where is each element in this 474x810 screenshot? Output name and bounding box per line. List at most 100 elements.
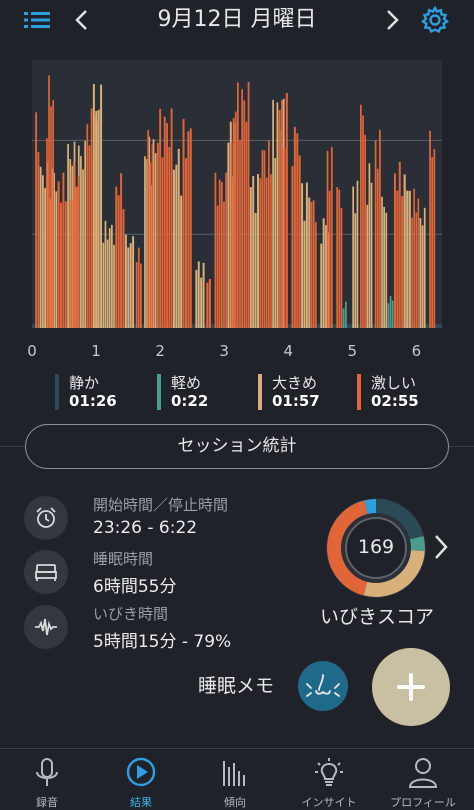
gear-icon[interactable]: [420, 5, 450, 35]
bar-strip: [366, 204, 369, 328]
bar-strip: [342, 308, 345, 328]
bar-strip: [374, 140, 377, 328]
snore-score-label: いびきスコア: [319, 606, 434, 628]
bar-strip: [274, 158, 277, 328]
chevron-right-icon[interactable]: [380, 6, 404, 34]
bar-strip: [344, 301, 347, 328]
bar-strip: [376, 168, 379, 328]
bar-strip: [370, 182, 373, 328]
bar-strip: [301, 183, 304, 328]
nav-tab-results[interactable]: 結果: [94, 749, 188, 810]
header: 9月12日 月曜日: [0, 0, 474, 40]
bar-strip: [272, 99, 274, 328]
bar-strip: [338, 189, 341, 328]
chevron-left-icon[interactable]: [70, 6, 94, 34]
bar-strip: [230, 142, 233, 328]
stat-value: 5時間15分 - 79%: [93, 632, 232, 652]
bar-strip: [220, 181, 223, 328]
legend-time: 02:55: [371, 392, 419, 410]
bar-strip: [259, 178, 262, 328]
bar-strip: [41, 175, 44, 328]
bar-strip: [137, 247, 140, 328]
list-icon[interactable]: [22, 6, 52, 34]
bar-strip: [223, 201, 225, 328]
bar-strip: [234, 111, 237, 329]
bar-strip: [413, 188, 416, 328]
bar-strip: [419, 217, 422, 328]
bar-strip: [368, 163, 371, 328]
bar-strip: [127, 247, 130, 328]
bar-strip: [170, 108, 173, 328]
bar-strip: [132, 236, 135, 328]
session-stats-button[interactable]: セッション統計: [25, 424, 449, 469]
stat-sleep-time: 睡眠時間 6時間55分: [24, 548, 324, 598]
bar-strip: [364, 134, 367, 328]
bar-strip: [60, 202, 63, 328]
bar-strip: [62, 172, 65, 328]
bar-strip: [72, 162, 75, 328]
bar-strip: [159, 108, 162, 328]
nav-tab-insights[interactable]: インサイト: [282, 749, 376, 810]
bar-strip: [415, 212, 418, 328]
legend-swatch: [55, 374, 59, 410]
bar-strip: [252, 175, 255, 328]
chevron-right-icon[interactable]: [431, 532, 451, 562]
legend-time: 01:57: [272, 392, 320, 410]
bar-strip: [104, 220, 107, 328]
bar-strip: [336, 187, 339, 328]
bar-strip: [391, 300, 394, 328]
bar-strip: [195, 270, 198, 328]
stat-start-stop: 開始時間／停止時間 23:26 - 6:22: [24, 494, 324, 544]
bar-strip: [312, 200, 315, 328]
bar-strip: [408, 190, 411, 328]
bar-strip: [57, 181, 60, 328]
bar-strip: [189, 128, 192, 328]
bar-segment: [429, 130, 436, 328]
bar-strip: [310, 201, 313, 328]
bar-strip: [37, 151, 40, 328]
bar-strip: [140, 263, 142, 328]
nav-tab-profile[interactable]: プロフィール: [376, 749, 470, 810]
bar-strip: [67, 143, 69, 328]
add-sleep-note-button[interactable]: [372, 648, 450, 726]
legend-time: 01:26: [69, 392, 117, 410]
bar-strip: [354, 213, 357, 328]
bar-strip: [216, 205, 219, 328]
bar-strip: [421, 225, 424, 328]
chart-legend: 静か 01:26 軽め 0:22 大きめ 01:57 激しい 02:55: [0, 372, 474, 412]
bar-strip: [86, 124, 89, 328]
bar-strip: [120, 173, 123, 328]
bar-strip: [433, 149, 436, 328]
bar-strip: [90, 108, 93, 328]
bar-strip: [111, 224, 113, 328]
bar-strip: [122, 209, 125, 328]
bar-strip: [296, 133, 299, 328]
bar-strip: [35, 112, 38, 328]
bar-strip: [396, 190, 399, 328]
page-title: 9月12日 月曜日: [157, 7, 317, 32]
bar-strip: [417, 198, 420, 328]
microphone-icon: [36, 758, 58, 786]
bar-strip: [149, 162, 152, 328]
bar-strip: [187, 131, 190, 328]
bar-strip: [172, 169, 175, 328]
bar-strip: [197, 261, 200, 328]
x-tick-label: 2: [155, 342, 165, 360]
bar-strip: [281, 99, 284, 328]
bar-strip: [245, 121, 248, 329]
bar-strip: [356, 180, 359, 328]
bar-strip: [322, 218, 325, 328]
x-tick-label: 4: [283, 342, 293, 360]
bar-strip: [406, 190, 409, 328]
nav-label: 録音: [36, 796, 58, 809]
bar-strip: [64, 201, 67, 328]
nose-icon[interactable]: [298, 661, 348, 711]
nav-tab-trends[interactable]: 傾向: [188, 749, 282, 810]
plus-icon: [397, 673, 425, 701]
bar-strip: [108, 228, 111, 328]
nav-tab-record[interactable]: 録音: [0, 749, 94, 810]
bar-strip: [100, 84, 103, 328]
bar-strip: [88, 145, 91, 328]
bar-strip: [182, 118, 185, 328]
bar-strip: [124, 234, 127, 328]
